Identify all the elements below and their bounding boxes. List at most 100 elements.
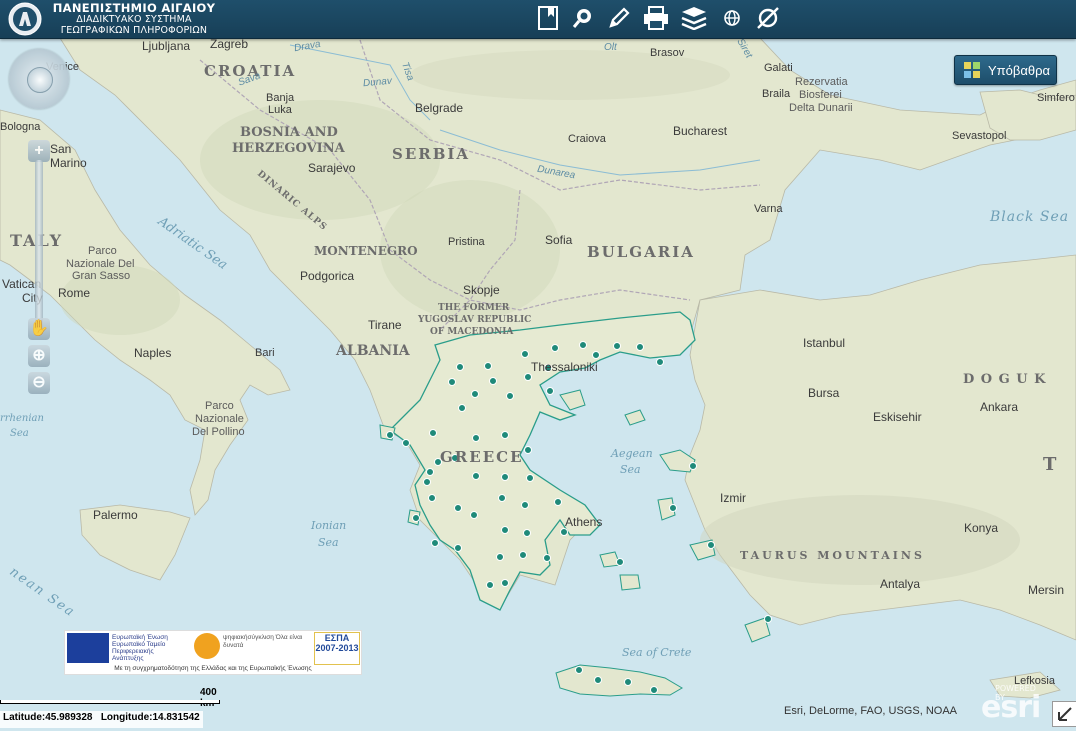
label-dogu: D O G U K [963, 372, 1047, 387]
city-varna: Varna [754, 203, 783, 215]
city-san-marino-1: San [50, 142, 72, 156]
hand-icon: ✋ [29, 320, 49, 337]
digital-convergence-text: ψηφιακήσύγκλιση Όλα είναι δυνατά [223, 634, 303, 649]
city-eskisehir: Eskisehir [873, 410, 922, 424]
park-pollino-2: Nazionale [195, 413, 244, 425]
org-line-2: ΔΙΑΔΙΚΤΥΑΚΟ ΣΥΣΤΗΜΑ [76, 14, 192, 25]
city-palermo: Palermo [93, 508, 138, 522]
label-bulgaria: BULGARIA [587, 243, 695, 261]
globe-icon [724, 10, 740, 26]
city-thessaloniki: Thessaloniki [531, 360, 598, 374]
city-belgrade: Belgrade [415, 101, 464, 115]
city-mersin: Mersin [1028, 583, 1065, 597]
city-tirane: Tirane [368, 318, 402, 332]
sea-ionian-1: Ionian [311, 519, 347, 532]
basemap-button[interactable]: Υπόβαθρα [954, 55, 1057, 85]
bookmark-button[interactable] [535, 5, 561, 31]
zoom-out-tool-button[interactable]: ⊖ [28, 372, 50, 394]
eu-logo-text: Ευρωπαϊκή Ένωση Ευρωπαϊκό Ταμείο Περιφερ… [112, 634, 168, 662]
pan-center-button[interactable] [27, 67, 53, 93]
city-sofia: Sofia [545, 233, 573, 247]
city-rome: Rome [58, 286, 91, 300]
search-button[interactable] [570, 5, 596, 31]
park-danube-2: Biosferei [799, 89, 842, 101]
espa-logo: ΕΣΠΑ 2007-2013 [314, 632, 360, 665]
globe-button[interactable] [719, 5, 745, 31]
overview-toggle-button[interactable] [1052, 701, 1076, 727]
measure-icon [757, 7, 779, 29]
river-olt: Olt [604, 42, 617, 53]
label-serbia: SERBIA [392, 145, 471, 163]
cofunding-note: Με τη συγχρηματοδότηση της Ελλάδας και τ… [114, 665, 312, 672]
city-banja-1: Banja [266, 92, 295, 104]
university-seal-logo [8, 2, 42, 36]
expand-arrow-icon [1058, 707, 1072, 721]
header-bar: ΠΑΝΕΠΙΣΤΗΜΙΟ ΑΙΓΑΙΟΥ ΔΙΑΔΙΚΤΥΑΚΟ ΣΥΣΤΗΜΑ… [0, 0, 1076, 39]
partner-logos: Ευρωπαϊκή Ένωση Ευρωπαϊκό Ταμείο Περιφερ… [64, 630, 362, 675]
city-ankara: Ankara [980, 400, 1019, 414]
zoom-out-icon: ⊖ [32, 374, 46, 391]
city-bari: Bari [255, 347, 275, 359]
sea-ionian-2: Sea [318, 536, 339, 549]
city-brasov: Brasov [650, 47, 685, 59]
label-albania: ALBANIA [336, 343, 410, 359]
zoom-in-icon: ⊕ [32, 347, 46, 364]
park-danube-3: Delta Dunarii [789, 102, 853, 114]
zoom-slider[interactable]: + ✋ ⊕ ⊖ [28, 140, 50, 396]
park-gran-sasso-2: Nazionale Del [66, 258, 135, 270]
park-danube-1: Rezervatia [795, 76, 848, 88]
city-banja-2: Luka [268, 104, 292, 116]
digital-convergence-logo [194, 633, 220, 659]
city-bursa: Bursa [808, 386, 840, 400]
pan-control[interactable] [9, 49, 69, 109]
measure-button[interactable] [755, 5, 781, 31]
org-line-1: ΠΑΝΕΠΙΣΤΗΜΙΟ ΑΙΓΑΙΟΥ [52, 1, 216, 15]
scale-line [0, 700, 220, 704]
label-montenegro: MONTENEGRO [314, 244, 418, 258]
city-sarajevo: Sarajevo [308, 161, 356, 175]
city-podgorica: Podgorica [300, 269, 355, 283]
map-attribution: Esri, DeLorme, FAO, USGS, NOAA [784, 705, 957, 717]
label-fyrom3: OF MACEDONIA [430, 327, 514, 337]
park-gran-sasso-3: Gran Sasso [72, 270, 131, 282]
sea-black: Black Sea [990, 209, 1070, 225]
search-icon [572, 9, 591, 28]
city-sevastopol: Sevastopol [952, 130, 1007, 142]
city-athens: Athens [565, 515, 603, 529]
city-naples: Naples [134, 346, 172, 360]
label-fyrom2: YUGOSLAV REPUBLIC [418, 315, 532, 325]
label-taurus: TAURUS MOUNTAINS [740, 549, 925, 562]
zoom-in-tool-button[interactable]: ⊕ [28, 345, 50, 367]
sea-tyrrhenian-1: rrhenian [0, 413, 44, 424]
scale-label: 400 km [200, 687, 217, 709]
layers-button[interactable] [681, 5, 707, 31]
city-skopje: Skopje [463, 283, 500, 297]
city-zagreb: Zagreb [210, 37, 249, 51]
city-pristina: Pristina [448, 236, 485, 248]
city-antalya: Antalya [880, 577, 921, 591]
coordinate-readout: Latitude:45.989328 Longitude:14.831542 [0, 711, 203, 728]
park-pollino-1: Parco [205, 400, 234, 412]
label-fyrom1: THE FORMER [438, 303, 510, 313]
sea-tyrrhenian-2: Sea [10, 428, 29, 439]
bookmark-icon [538, 6, 558, 30]
organization-title: ΠΑΝΕΠΙΣΤΗΜΙΟ ΑΙΓΑΙΟΥ ΔΙΑΔΙΚΤΥΑΚΟ ΣΥΣΤΗΜΑ… [48, 2, 220, 36]
pan-mode-button[interactable]: ✋ [28, 318, 50, 340]
city-ljubljana: Ljubljana [142, 39, 191, 53]
label-bosnia: BOSNIA AND [240, 125, 338, 140]
draw-button[interactable] [606, 5, 632, 31]
zoom-in-button[interactable]: + [28, 140, 50, 162]
city-braila: Braila [762, 88, 791, 100]
city-istanbul: Istanbul [803, 336, 846, 350]
sea-crete: Sea of Crete [622, 646, 692, 659]
city-simferopol: Simfero [1037, 92, 1075, 104]
layers-icon [681, 7, 707, 30]
city-san-marino-2: Marino [50, 156, 87, 170]
sea-aegean-1: Aegean [611, 447, 653, 460]
city-izmir: Izmir [720, 491, 746, 505]
label-herzegovina: HERZEGOVINA [232, 141, 345, 156]
print-button[interactable] [643, 5, 669, 31]
esri-logo: POWERED BY esri [981, 684, 1041, 725]
park-gran-sasso-1: Parco [88, 245, 117, 257]
zoom-slider-track[interactable] [35, 160, 43, 330]
